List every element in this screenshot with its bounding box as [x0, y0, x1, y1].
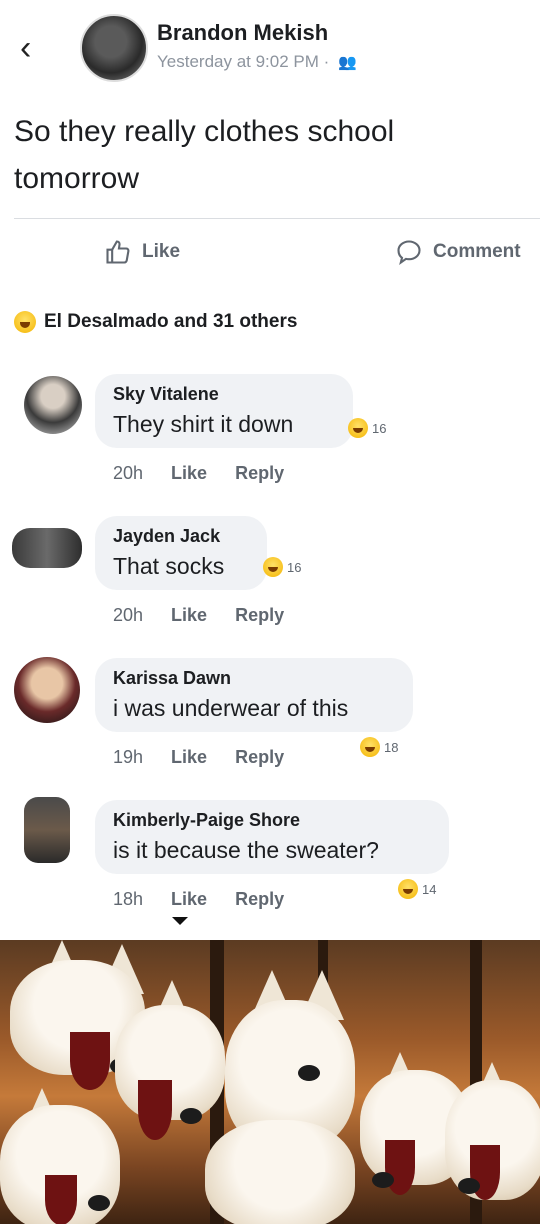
divider: [14, 218, 540, 219]
comment-author[interactable]: Karissa Dawn: [113, 668, 395, 689]
comment-time[interactable]: 19h: [113, 747, 143, 768]
comment-author[interactable]: Sky Vitalene: [113, 384, 335, 405]
comment-text: That socks: [113, 553, 225, 579]
comment-bubble: Jayden Jack That socks: [95, 516, 267, 590]
comment-text: is it because the sweater?: [113, 837, 379, 863]
reaction-count: 16: [372, 420, 387, 436]
comment-reply-button[interactable]: Reply: [235, 747, 284, 768]
comment-meta: 19h Like Reply: [113, 747, 284, 768]
post-author[interactable]: Brandon Mekish: [157, 20, 328, 46]
comment-text: They shirt it down: [113, 411, 294, 437]
thumbs-up-icon: [106, 240, 130, 264]
comment-reply-button[interactable]: Reply: [235, 889, 284, 910]
haha-icon: [14, 311, 36, 333]
comment-bubble: Sky Vitalene They shirt it down: [95, 374, 353, 448]
comment-author[interactable]: Kimberly-Paige Shore: [113, 810, 431, 831]
post-text: So they really clothes school tomorrow: [14, 115, 395, 195]
comment-like-button[interactable]: Like: [171, 889, 207, 910]
comment-avatar[interactable]: [24, 797, 70, 863]
laughing-wolves-image: [0, 940, 540, 1224]
comment-text: i was underwear of this: [113, 695, 349, 721]
comment-reactions[interactable]: 16: [263, 557, 301, 577]
comment-reactions[interactable]: 16: [348, 418, 386, 438]
comment-reactions[interactable]: 14: [398, 879, 436, 899]
comment-time[interactable]: 18h: [113, 889, 143, 910]
haha-icon: [348, 418, 368, 438]
haha-icon: [263, 557, 283, 577]
comment-reply-button[interactable]: Reply: [235, 463, 284, 484]
author-avatar[interactable]: [80, 14, 148, 82]
comment-meta: 20h Like Reply: [113, 463, 284, 484]
comment-author[interactable]: Jayden Jack: [113, 526, 249, 547]
comment-avatar[interactable]: [14, 657, 80, 723]
reactions-summary[interactable]: El Desalmado and 31 others: [14, 311, 297, 333]
comment-time[interactable]: 20h: [113, 463, 143, 484]
comment-button[interactable]: Comment: [395, 238, 521, 266]
cursor-icon: [172, 917, 188, 925]
meta-separator: ·: [323, 52, 330, 71]
comment-bubble: Karissa Dawn i was underwear of this: [95, 658, 413, 732]
reactions-text: El Desalmado and 31 others: [44, 311, 298, 332]
friends-icon: 👥: [338, 54, 357, 71]
like-label: Like: [142, 241, 181, 262]
comment-meta: 18h Like Reply: [113, 889, 284, 910]
comment-reactions[interactable]: 18: [360, 737, 398, 757]
comment-like-button[interactable]: Like: [171, 605, 207, 626]
post-meta: Yesterday at 9:02 PM · 👥: [157, 52, 357, 72]
reaction-count: 16: [287, 559, 302, 575]
reaction-count: 18: [384, 739, 399, 755]
reaction-count: 14: [422, 881, 437, 897]
comment-like-button[interactable]: Like: [171, 747, 207, 768]
back-icon[interactable]: ‹: [20, 28, 50, 68]
comment-time[interactable]: 20h: [113, 605, 143, 626]
like-button[interactable]: Like: [104, 238, 180, 266]
comment-reply-button[interactable]: Reply: [235, 605, 284, 626]
comment-avatar[interactable]: [24, 376, 82, 434]
post-timestamp[interactable]: Yesterday at 9:02 PM: [157, 52, 319, 71]
comment-bubble: Kimberly-Paige Shore is it because the s…: [95, 800, 449, 874]
haha-icon: [398, 879, 418, 899]
comment-icon: [397, 240, 421, 265]
comment-meta: 20h Like Reply: [113, 605, 284, 626]
comment-like-button[interactable]: Like: [171, 463, 207, 484]
haha-icon: [360, 737, 380, 757]
comment-label: Comment: [433, 241, 521, 262]
comment-avatar[interactable]: [12, 528, 82, 568]
